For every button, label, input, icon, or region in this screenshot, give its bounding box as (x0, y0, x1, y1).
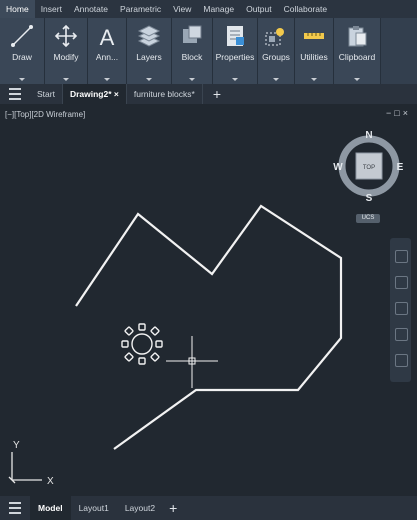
ribbon-tab-parametric[interactable]: Parametric (114, 0, 167, 18)
properties-button[interactable]: Properties (213, 18, 258, 84)
viewcube[interactable]: TOP N S E W (333, 130, 403, 204)
chevron-down-icon[interactable] (354, 78, 360, 81)
zoom-icon[interactable] (395, 302, 408, 315)
crosshair-cursor (166, 336, 218, 388)
clipboard-button[interactable]: Clipboard (334, 18, 381, 84)
document-tab-start[interactable]: Start (30, 84, 63, 104)
close-icon[interactable]: × (114, 89, 119, 99)
groups-label: Groups (262, 52, 290, 62)
properties-icon (222, 21, 248, 51)
menu-icon (9, 502, 21, 514)
chevron-down-icon[interactable] (273, 78, 279, 81)
layout-tab-layout2[interactable]: Layout2 (117, 496, 163, 520)
properties-label: Properties (215, 52, 255, 62)
ucs-x-label: X (47, 476, 54, 487)
line-icon (9, 21, 35, 51)
ribbon-tab-annotate[interactable]: Annotate (68, 0, 114, 18)
utilities-button[interactable]: Utilities (295, 18, 334, 84)
ribbon-tab-home[interactable]: Home (0, 0, 35, 18)
compass-west: W (333, 162, 343, 173)
orbit-icon[interactable] (395, 328, 408, 341)
polyline-geometry (75, 204, 343, 450)
compass-south: S (366, 193, 373, 204)
navigation-bar (390, 238, 411, 382)
chevron-down-icon[interactable] (19, 78, 25, 81)
document-tab-furniture-blocks[interactable]: furniture blocks* (127, 84, 203, 104)
ucs-menu-button[interactable]: UCS (356, 214, 380, 223)
pan-icon[interactable] (395, 276, 408, 289)
svg-text:A: A (100, 25, 115, 49)
chevron-down-icon[interactable] (104, 78, 110, 81)
compass-east: E (397, 162, 404, 173)
new-tab-button[interactable]: + (213, 86, 221, 102)
menu-icon (9, 88, 21, 100)
layout-tab-model[interactable]: Model (30, 496, 71, 520)
ucs-axis-icon (8, 452, 42, 484)
compass-north: N (365, 130, 372, 141)
clipboard-icon (344, 21, 370, 51)
block-icon (179, 21, 205, 51)
layers-button[interactable]: Layers (127, 18, 172, 84)
ribbon-tab-insert[interactable]: Insert (35, 0, 68, 18)
utilities-label: Utilities (300, 52, 328, 62)
new-layout-button[interactable]: + (169, 500, 177, 516)
file-tabs-menu-button[interactable] (0, 88, 30, 100)
modify-label: Modify (53, 52, 79, 62)
ribbon-tab-view[interactable]: View (167, 0, 197, 18)
chevron-down-icon[interactable] (311, 78, 317, 81)
annotation-button[interactable]: A Ann... (88, 18, 127, 84)
drawing-canvas[interactable]: Y X TOP N S E W (0, 104, 417, 496)
full-navigation-wheel-icon[interactable] (395, 250, 408, 263)
block-label: Block (181, 52, 203, 62)
showmotion-icon[interactable] (395, 354, 408, 367)
layout-tab-bar: Model Layout1 Layout2 + (0, 496, 417, 520)
chevron-down-icon[interactable] (232, 78, 238, 81)
chevron-down-icon[interactable] (189, 78, 195, 81)
table-chairs-block (121, 323, 163, 365)
measure-icon (301, 21, 327, 51)
layout-tabs-menu-button[interactable] (0, 502, 30, 514)
move-icon (53, 21, 79, 51)
groups-button[interactable]: Groups (258, 18, 295, 84)
clipboard-label: Clipboard (338, 52, 376, 62)
modify-button[interactable]: Modify (45, 18, 88, 84)
ucs-y-label: Y (13, 440, 20, 451)
block-button[interactable]: Block (172, 18, 213, 84)
layers-icon (136, 21, 162, 51)
document-tab-label: Drawing2* (69, 89, 112, 99)
document-tab-bar: Start Drawing2* × furniture blocks* + (0, 84, 417, 104)
ribbon-tab-output[interactable]: Output (240, 0, 278, 18)
layers-label: Layers (136, 52, 162, 62)
chevron-down-icon[interactable] (63, 78, 69, 81)
annotation-label: Ann... (95, 52, 119, 62)
ribbon-panel: Draw Modify A Ann... Layers Block Proper… (0, 18, 417, 84)
groups-icon (263, 21, 289, 51)
viewcube-face-label: TOP (363, 165, 375, 171)
ribbon-tab-collaborate[interactable]: Collaborate (278, 0, 333, 18)
document-tab-drawing2[interactable]: Drawing2* × (62, 84, 127, 104)
drawing-viewport[interactable]: [−][Top][2D Wireframe] −□× Y X TOP N S E… (0, 104, 417, 496)
ribbon-tab-manage[interactable]: Manage (197, 0, 240, 18)
draw-label: Draw (12, 52, 32, 62)
draw-button[interactable]: Draw (0, 18, 45, 84)
ribbon-tab-bar: Home Insert Annotate Parametric View Man… (0, 0, 417, 18)
chevron-down-icon[interactable] (146, 78, 152, 81)
layout-tab-layout1[interactable]: Layout1 (71, 496, 117, 520)
text-icon: A (94, 21, 120, 51)
